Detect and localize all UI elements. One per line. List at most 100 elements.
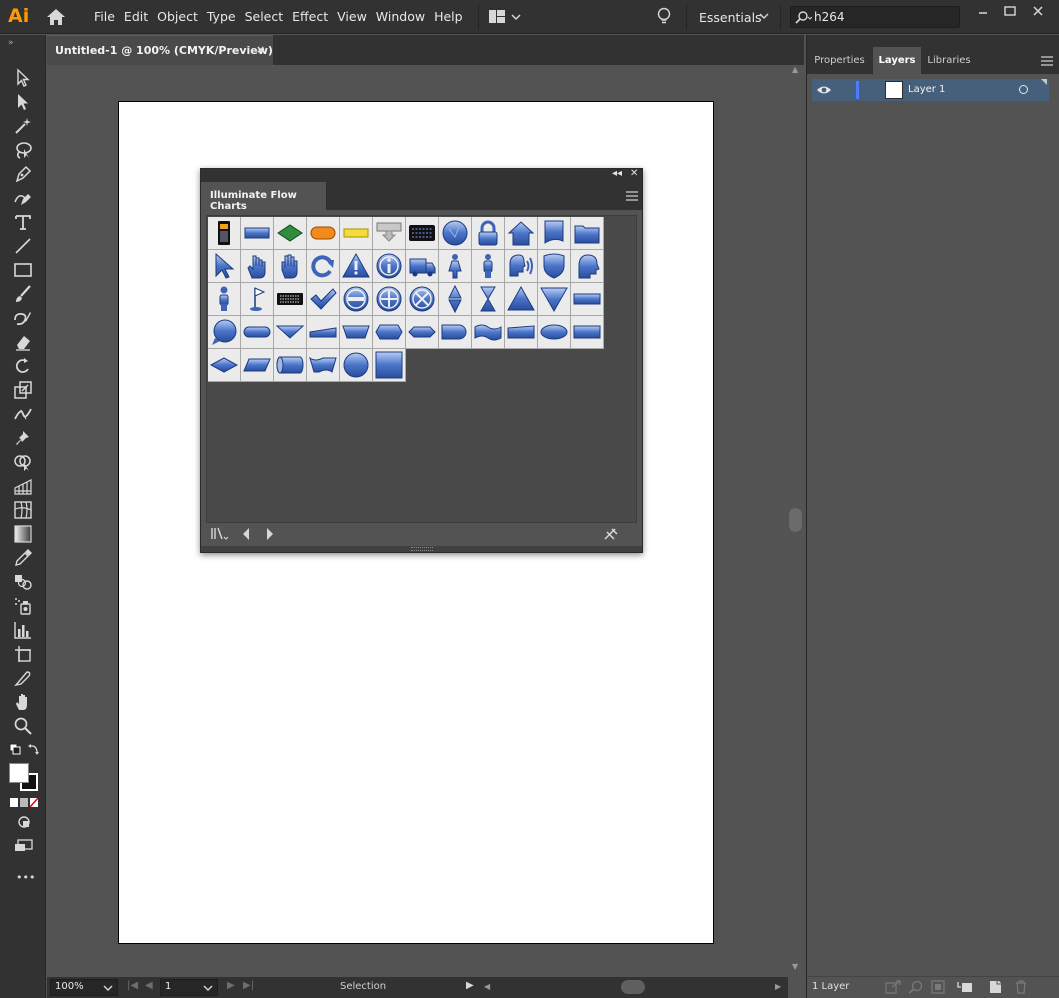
tab-libraries[interactable]: Libraries (922, 47, 976, 74)
document-symbol[interactable] (538, 217, 571, 250)
padlock-symbol[interactable] (472, 217, 505, 250)
parallelogram-symbol[interactable] (241, 349, 274, 382)
column-graph-tool[interactable] (11, 619, 35, 641)
screen-mode-icon[interactable] (14, 839, 34, 853)
chevron-down-icon[interactable] (203, 984, 213, 992)
shape-builder-tool[interactable] (11, 451, 35, 473)
panel-menu-icon[interactable] (1041, 56, 1053, 66)
scroll-right-icon[interactable]: ▶ (775, 982, 781, 991)
pen-tool[interactable] (11, 163, 35, 185)
close-window-icon[interactable] (1026, 3, 1050, 19)
diamond-flat-symbol[interactable] (208, 349, 241, 382)
edit-toolbar-button[interactable]: ••• (16, 871, 35, 884)
warning-symbol[interactable] (340, 250, 373, 283)
tab-layers[interactable]: Layers (873, 47, 921, 74)
preparation-symbol[interactable] (373, 316, 406, 349)
line-segment-tool[interactable] (11, 235, 35, 257)
ellipse-symbol[interactable] (538, 316, 571, 349)
menu-window[interactable]: Window (376, 9, 425, 24)
globe-symbol[interactable] (439, 217, 472, 250)
perspective-grid-tool[interactable] (11, 475, 35, 497)
speech-bubble-symbol[interactable] (208, 316, 241, 349)
server-rack-symbol[interactable] (406, 217, 439, 250)
tab-properties[interactable]: Properties (807, 47, 872, 74)
stored-data-symbol[interactable] (505, 316, 538, 349)
lightbulb-icon[interactable] (656, 7, 672, 27)
search-input[interactable] (814, 9, 954, 25)
artboard-number-field[interactable]: 1 (160, 979, 218, 996)
close-tab-icon[interactable]: × (256, 43, 265, 56)
rectangle-tool[interactable] (11, 259, 35, 281)
menu-view[interactable]: View (337, 9, 367, 24)
process-bar-symbol[interactable] (241, 217, 274, 250)
scroll-up-icon[interactable]: ▲ (792, 65, 798, 74)
last-artboard-icon[interactable]: ▶| (243, 980, 254, 991)
gradient-tool[interactable] (11, 523, 35, 545)
x-circle-symbol[interactable] (406, 283, 439, 316)
fill-swatch[interactable] (9, 763, 29, 783)
double-triangle-symbol[interactable] (439, 283, 472, 316)
new-sublayer-icon[interactable] (957, 980, 973, 994)
artboard-tool[interactable] (11, 643, 35, 665)
eraser-tool[interactable] (11, 331, 35, 353)
chevron-down-icon[interactable] (759, 12, 769, 20)
folder-symbol[interactable] (571, 217, 604, 250)
download-bar-symbol[interactable] (373, 217, 406, 250)
magic-wand-tool[interactable] (11, 115, 35, 137)
lasso-tool[interactable] (11, 139, 35, 161)
no-entry-symbol[interactable] (340, 283, 373, 316)
default-colors-icon[interactable] (9, 743, 21, 755)
manual-input-symbol[interactable] (307, 316, 340, 349)
document-tab[interactable]: Untitled-1 @ 100% (CMYK/Preview) × (47, 35, 273, 65)
paintbrush-tool[interactable] (11, 283, 35, 305)
head-profile-symbol[interactable] (571, 250, 604, 283)
panel-tab[interactable]: Illuminate Flow Charts (201, 182, 327, 212)
visibility-eye-icon[interactable] (816, 84, 832, 96)
menu-effect[interactable]: Effect (292, 9, 328, 24)
delay-symbol[interactable] (439, 316, 472, 349)
scroll-down-icon[interactable]: ▼ (792, 962, 798, 971)
orange-terminator-symbol[interactable] (307, 217, 340, 250)
draw-mode-icon[interactable] (17, 815, 31, 829)
tape-symbol[interactable] (472, 316, 505, 349)
mesh-tool[interactable] (11, 499, 35, 521)
zoom-tool[interactable] (11, 715, 35, 737)
horizontal-scroll-thumb[interactable] (621, 980, 645, 994)
panel-resize-grip[interactable] (201, 546, 642, 552)
hourglass-symbol[interactable] (472, 283, 505, 316)
checkmark-symbol[interactable] (307, 283, 340, 316)
cylinder-symbol[interactable] (274, 349, 307, 382)
export-icon[interactable] (885, 980, 901, 994)
hexagon-symbol[interactable] (406, 316, 439, 349)
clipping-mask-icon[interactable] (931, 980, 947, 994)
panel-dock-strip[interactable] (807, 35, 1059, 47)
scroll-thumb[interactable] (789, 508, 802, 532)
refresh-symbol[interactable] (307, 250, 340, 283)
status-menu-icon[interactable]: ▶ (466, 980, 474, 991)
scroll-left-icon[interactable]: ◀ (484, 982, 490, 991)
next-library-icon[interactable] (265, 527, 275, 541)
card-symbol[interactable] (571, 316, 604, 349)
minimize-icon[interactable] (971, 3, 995, 19)
symbol-sprayer-tool[interactable] (11, 595, 35, 617)
chevron-down-icon[interactable] (103, 984, 113, 992)
new-layer-icon[interactable] (987, 980, 1003, 994)
blend-tool[interactable] (11, 571, 35, 593)
layer-name[interactable]: Layer 1 (908, 84, 945, 95)
decision-diamond-symbol[interactable] (274, 217, 307, 250)
punched-tape-symbol[interactable] (307, 349, 340, 382)
plus-circle-symbol[interactable] (373, 283, 406, 316)
workspace-switcher[interactable]: Essentials (699, 10, 762, 25)
info-symbol[interactable] (373, 250, 406, 283)
puppet-warp-tool[interactable] (11, 427, 35, 449)
next-artboard-icon[interactable]: ▶ (227, 980, 235, 991)
previous-library-icon[interactable] (241, 527, 251, 541)
delete-layer-icon[interactable] (1013, 980, 1029, 994)
locate-object-icon[interactable] (908, 980, 924, 994)
triangle-down-symbol[interactable] (538, 283, 571, 316)
layer-row[interactable]: Layer 1 (812, 79, 1049, 101)
maximize-icon[interactable] (998, 3, 1022, 19)
panel-menu-icon[interactable] (626, 191, 638, 201)
menu-edit[interactable]: Edit (124, 9, 148, 24)
previous-artboard-icon[interactable]: ◀ (145, 980, 153, 991)
